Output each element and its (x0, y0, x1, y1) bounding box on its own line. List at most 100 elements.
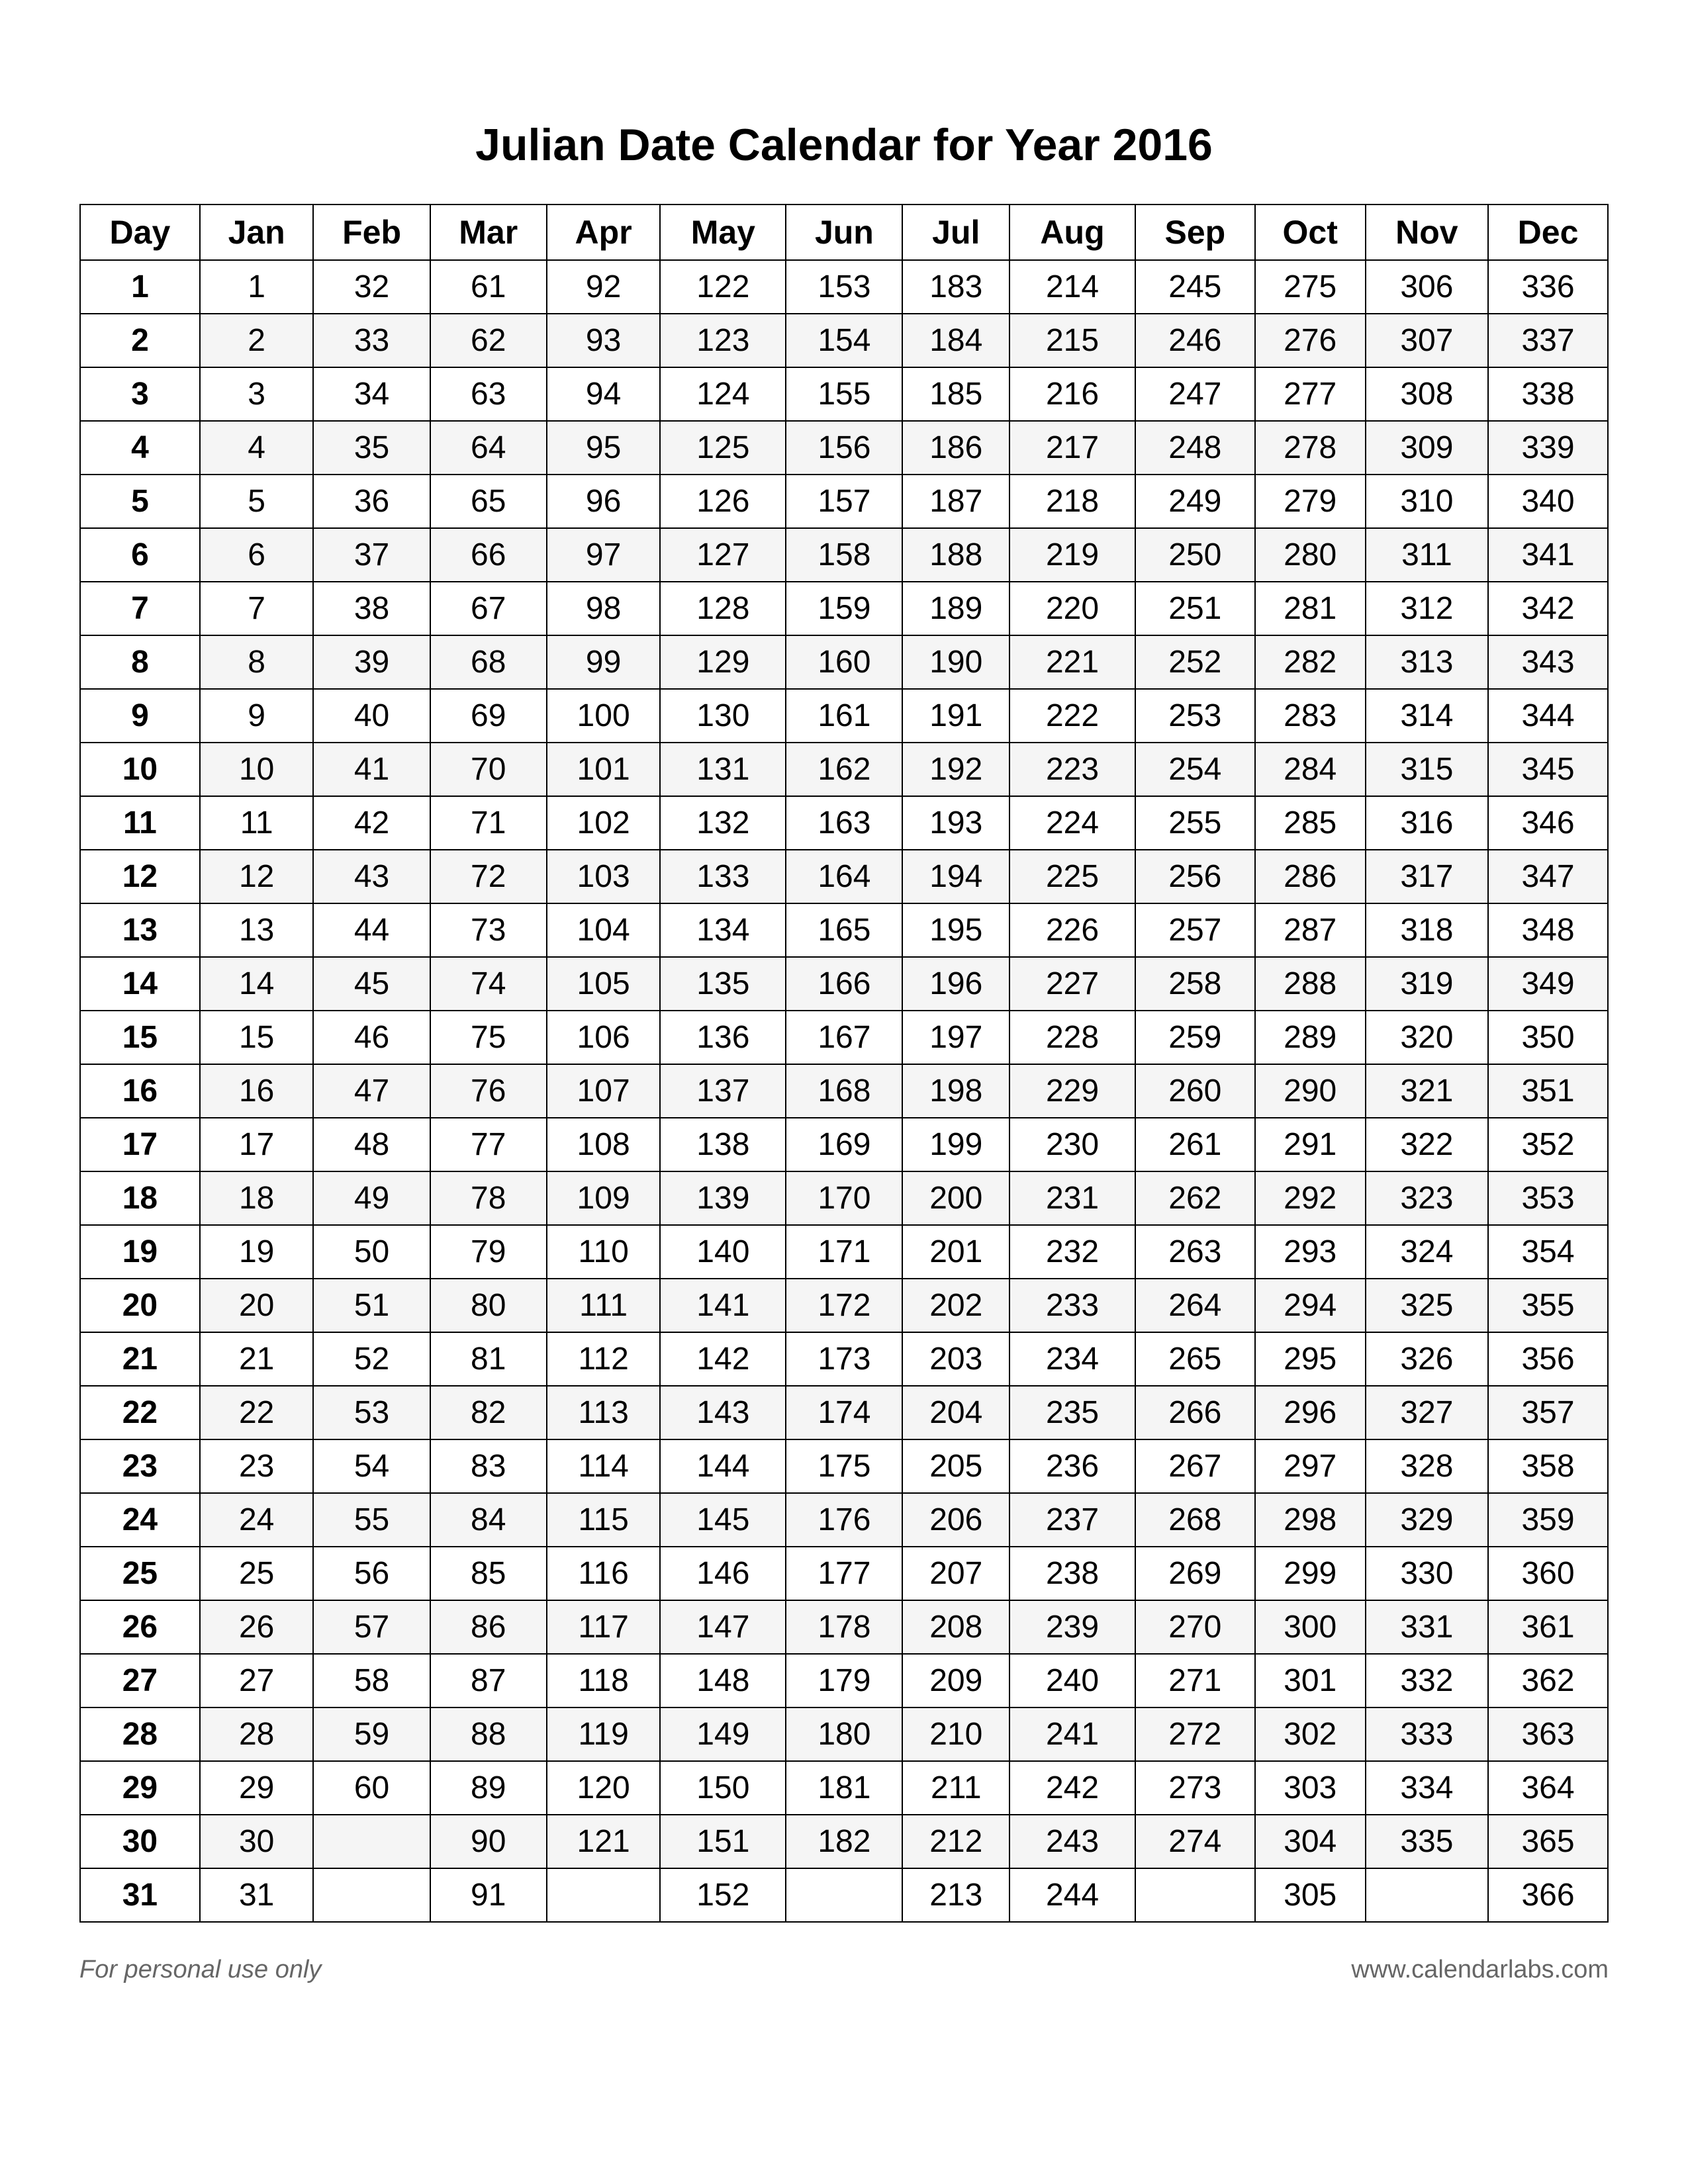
cell-jun (786, 1868, 902, 1922)
cell-feb: 44 (313, 903, 430, 957)
table-row: 25255685116146177207238269299330360 (80, 1547, 1608, 1600)
cell-may: 123 (660, 314, 786, 367)
cell-apr: 113 (547, 1386, 661, 1439)
cell-jun: 175 (786, 1439, 902, 1493)
cell-feb: 56 (313, 1547, 430, 1600)
cell-mar: 78 (430, 1171, 547, 1225)
cell-jan: 30 (200, 1815, 314, 1868)
cell-jan: 14 (200, 957, 314, 1011)
cell-jan: 31 (200, 1868, 314, 1922)
header-cell-jul: Jul (902, 205, 1009, 260)
table-row: 22225382113143174204235266296327357 (80, 1386, 1608, 1439)
cell-jun: 160 (786, 635, 902, 689)
cell-jan: 13 (200, 903, 314, 957)
cell-apr: 92 (547, 260, 661, 314)
cell-sep: 259 (1135, 1011, 1255, 1064)
cell-jan: 5 (200, 475, 314, 528)
header-cell-day: Day (80, 205, 200, 260)
cell-jun: 165 (786, 903, 902, 957)
cell-nov: 320 (1366, 1011, 1488, 1064)
cell-apr: 112 (547, 1332, 661, 1386)
cell-oct: 300 (1255, 1600, 1366, 1654)
cell-jul: 199 (902, 1118, 1009, 1171)
cell-dec: 338 (1488, 367, 1608, 421)
cell-jan: 6 (200, 528, 314, 582)
cell-day: 22 (80, 1386, 200, 1439)
cell-day: 15 (80, 1011, 200, 1064)
cell-jun: 164 (786, 850, 902, 903)
cell-mar: 90 (430, 1815, 547, 1868)
cell-may: 141 (660, 1279, 786, 1332)
cell-mar: 85 (430, 1547, 547, 1600)
cell-oct: 289 (1255, 1011, 1366, 1064)
cell-sep: 274 (1135, 1815, 1255, 1868)
cell-apr: 98 (547, 582, 661, 635)
cell-feb: 58 (313, 1654, 430, 1707)
cell-nov: 332 (1366, 1654, 1488, 1707)
cell-may: 125 (660, 421, 786, 475)
cell-jun: 168 (786, 1064, 902, 1118)
cell-jul: 196 (902, 957, 1009, 1011)
cell-nov: 318 (1366, 903, 1488, 957)
cell-feb (313, 1815, 430, 1868)
cell-jan: 15 (200, 1011, 314, 1064)
cell-jun: 166 (786, 957, 902, 1011)
cell-jan: 29 (200, 1761, 314, 1815)
table-row: 10104170101131162192223254284315345 (80, 743, 1608, 796)
header-cell-aug: Aug (1009, 205, 1135, 260)
cell-oct: 290 (1255, 1064, 1366, 1118)
cell-jul: 207 (902, 1547, 1009, 1600)
page-title: Julian Date Calendar for Year 2016 (475, 119, 1213, 171)
cell-day: 6 (80, 528, 200, 582)
cell-sep: 260 (1135, 1064, 1255, 1118)
cell-day: 13 (80, 903, 200, 957)
table-row: 994069100130161191222253283314344 (80, 689, 1608, 743)
cell-aug: 237 (1009, 1493, 1135, 1547)
table-row: 15154675106136167197228259289320350 (80, 1011, 1608, 1064)
cell-jul: 190 (902, 635, 1009, 689)
cell-oct: 298 (1255, 1493, 1366, 1547)
header-cell-feb: Feb (313, 205, 430, 260)
cell-dec: 341 (1488, 528, 1608, 582)
cell-oct: 280 (1255, 528, 1366, 582)
cell-mar: 82 (430, 1386, 547, 1439)
cell-dec: 364 (1488, 1761, 1608, 1815)
cell-day: 20 (80, 1279, 200, 1332)
cell-nov: 313 (1366, 635, 1488, 689)
cell-nov: 330 (1366, 1547, 1488, 1600)
cell-mar: 61 (430, 260, 547, 314)
cell-feb: 45 (313, 957, 430, 1011)
table-row: 11326192122153183214245275306336 (80, 260, 1608, 314)
cell-feb: 43 (313, 850, 430, 903)
cell-dec: 354 (1488, 1225, 1608, 1279)
cell-mar: 83 (430, 1439, 547, 1493)
cell-mar: 88 (430, 1707, 547, 1761)
cell-sep: 263 (1135, 1225, 1255, 1279)
cell-jun: 181 (786, 1761, 902, 1815)
cell-nov: 309 (1366, 421, 1488, 475)
cell-apr: 108 (547, 1118, 661, 1171)
cell-nov: 334 (1366, 1761, 1488, 1815)
cell-jan: 20 (200, 1279, 314, 1332)
cell-jul: 185 (902, 367, 1009, 421)
cell-apr: 114 (547, 1439, 661, 1493)
cell-feb: 39 (313, 635, 430, 689)
cell-mar: 64 (430, 421, 547, 475)
cell-mar: 73 (430, 903, 547, 957)
cell-day: 8 (80, 635, 200, 689)
cell-jul: 205 (902, 1439, 1009, 1493)
cell-dec: 356 (1488, 1332, 1608, 1386)
cell-oct: 279 (1255, 475, 1366, 528)
cell-dec: 342 (1488, 582, 1608, 635)
cell-mar: 84 (430, 1493, 547, 1547)
cell-jun: 174 (786, 1386, 902, 1439)
cell-day: 1 (80, 260, 200, 314)
cell-sep: 249 (1135, 475, 1255, 528)
cell-jun: 177 (786, 1547, 902, 1600)
cell-may: 152 (660, 1868, 786, 1922)
cell-feb: 36 (313, 475, 430, 528)
cell-jul: 191 (902, 689, 1009, 743)
cell-feb: 33 (313, 314, 430, 367)
cell-sep: 261 (1135, 1118, 1255, 1171)
cell-sep: 257 (1135, 903, 1255, 957)
